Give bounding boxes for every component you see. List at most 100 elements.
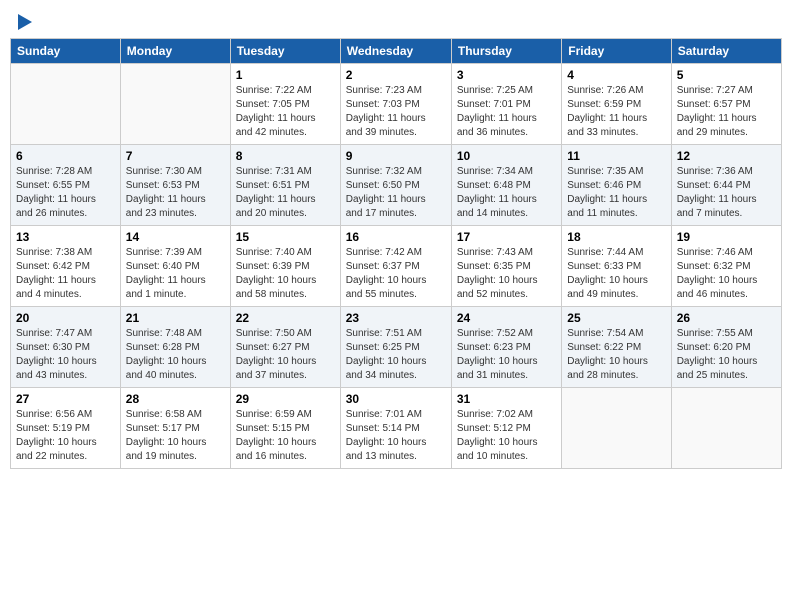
day-number: 19 — [677, 230, 776, 244]
day-number: 22 — [236, 311, 335, 325]
day-number: 30 — [346, 392, 446, 406]
day-number: 1 — [236, 68, 335, 82]
calendar-table: SundayMondayTuesdayWednesdayThursdayFrid… — [10, 38, 782, 469]
day-info: Sunrise: 7:42 AM Sunset: 6:37 PM Dayligh… — [346, 246, 446, 302]
day-number: 12 — [677, 149, 776, 163]
day-header-monday: Monday — [120, 39, 230, 64]
day-info: Sunrise: 7:54 AM Sunset: 6:22 PM Dayligh… — [567, 327, 665, 383]
calendar-cell: 9 Sunrise: 7:32 AM Sunset: 6:50 PM Daylig… — [340, 145, 451, 226]
calendar-cell: 6 Sunrise: 7:28 AM Sunset: 6:55 PM Daylig… — [11, 145, 121, 226]
calendar-cell: 28 Sunrise: 6:58 AM Sunset: 5:17 PM Dayli… — [120, 388, 230, 469]
day-number: 24 — [457, 311, 556, 325]
calendar-cell: 8 Sunrise: 7:31 AM Sunset: 6:51 PM Daylig… — [230, 145, 340, 226]
calendar-cell: 24 Sunrise: 7:52 AM Sunset: 6:23 PM Dayli… — [451, 307, 561, 388]
day-header-thursday: Thursday — [451, 39, 561, 64]
day-info: Sunrise: 7:40 AM Sunset: 6:39 PM Dayligh… — [236, 246, 335, 302]
day-info: Sunrise: 7:52 AM Sunset: 6:23 PM Dayligh… — [457, 327, 556, 383]
day-info: Sunrise: 7:27 AM Sunset: 6:57 PM Dayligh… — [677, 84, 776, 140]
day-number: 25 — [567, 311, 665, 325]
day-info: Sunrise: 7:44 AM Sunset: 6:33 PM Dayligh… — [567, 246, 665, 302]
day-number: 7 — [126, 149, 225, 163]
day-number: 23 — [346, 311, 446, 325]
day-number: 17 — [457, 230, 556, 244]
day-info: Sunrise: 7:23 AM Sunset: 7:03 PM Dayligh… — [346, 84, 446, 140]
calendar-cell — [562, 388, 671, 469]
calendar-cell: 19 Sunrise: 7:46 AM Sunset: 6:32 PM Dayli… — [671, 226, 781, 307]
day-number: 6 — [16, 149, 115, 163]
calendar-cell: 21 Sunrise: 7:48 AM Sunset: 6:28 PM Dayli… — [120, 307, 230, 388]
day-info: Sunrise: 7:55 AM Sunset: 6:20 PM Dayligh… — [677, 327, 776, 383]
day-number: 9 — [346, 149, 446, 163]
calendar-cell: 1 Sunrise: 7:22 AM Sunset: 7:05 PM Daylig… — [230, 64, 340, 145]
day-info: Sunrise: 7:22 AM Sunset: 7:05 PM Dayligh… — [236, 84, 335, 140]
calendar-cell: 5 Sunrise: 7:27 AM Sunset: 6:57 PM Daylig… — [671, 64, 781, 145]
day-header-tuesday: Tuesday — [230, 39, 340, 64]
calendar-cell: 22Sunrise: 7:50 AM Sunset: 6:27 PM Dayli… — [230, 307, 340, 388]
day-info: Sunrise: 6:58 AM Sunset: 5:17 PM Dayligh… — [126, 408, 225, 464]
calendar-cell — [671, 388, 781, 469]
day-info: Sunrise: 7:32 AM Sunset: 6:50 PM Dayligh… — [346, 165, 446, 221]
day-header-saturday: Saturday — [671, 39, 781, 64]
day-info: Sunrise: 7:48 AM Sunset: 6:28 PM Dayligh… — [126, 327, 225, 383]
day-info: Sunrise: 7:30 AM Sunset: 6:53 PM Dayligh… — [126, 165, 225, 221]
calendar-cell — [120, 64, 230, 145]
calendar-cell: 25 Sunrise: 7:54 AM Sunset: 6:22 PM Dayli… — [562, 307, 671, 388]
calendar-cell: 4 Sunrise: 7:26 AM Sunset: 6:59 PM Daylig… — [562, 64, 671, 145]
day-info: Sunrise: 6:56 AM Sunset: 5:19 PM Dayligh… — [16, 408, 115, 464]
day-info: Sunrise: 7:28 AM Sunset: 6:55 PM Dayligh… — [16, 165, 115, 221]
day-number: 26 — [677, 311, 776, 325]
calendar-cell: 2 Sunrise: 7:23 AM Sunset: 7:03 PM Daylig… — [340, 64, 451, 145]
day-number: 13 — [16, 230, 115, 244]
day-number: 31 — [457, 392, 556, 406]
day-info: Sunrise: 7:26 AM Sunset: 6:59 PM Dayligh… — [567, 84, 665, 140]
day-info: Sunrise: 7:43 AM Sunset: 6:35 PM Dayligh… — [457, 246, 556, 302]
calendar-cell: 26 Sunrise: 7:55 AM Sunset: 6:20 PM Dayli… — [671, 307, 781, 388]
day-number: 10 — [457, 149, 556, 163]
day-info: Sunrise: 7:47 AM Sunset: 6:30 PM Dayligh… — [16, 327, 115, 383]
calendar-cell: 23 Sunrise: 7:51 AM Sunset: 6:25 PM Dayli… — [340, 307, 451, 388]
day-info: Sunrise: 7:34 AM Sunset: 6:48 PM Dayligh… — [457, 165, 556, 221]
day-number: 2 — [346, 68, 446, 82]
day-info: Sunrise: 7:36 AM Sunset: 6:44 PM Dayligh… — [677, 165, 776, 221]
day-number: 8 — [236, 149, 335, 163]
day-number: 5 — [677, 68, 776, 82]
day-number: 20 — [16, 311, 115, 325]
calendar-cell: 15 Sunrise: 7:40 AM Sunset: 6:39 PM Dayli… — [230, 226, 340, 307]
day-number: 14 — [126, 230, 225, 244]
day-info: Sunrise: 7:01 AM Sunset: 5:14 PM Dayligh… — [346, 408, 446, 464]
calendar-cell: 7 Sunrise: 7:30 AM Sunset: 6:53 PM Daylig… — [120, 145, 230, 226]
calendar-cell — [11, 64, 121, 145]
day-info: Sunrise: 7:46 AM Sunset: 6:32 PM Dayligh… — [677, 246, 776, 302]
day-number: 18 — [567, 230, 665, 244]
calendar-cell: 18 Sunrise: 7:44 AM Sunset: 6:33 PM Dayli… — [562, 226, 671, 307]
day-info: Sunrise: 7:35 AM Sunset: 6:46 PM Dayligh… — [567, 165, 665, 221]
calendar-cell: 11Sunrise: 7:35 AM Sunset: 6:46 PM Dayli… — [562, 145, 671, 226]
calendar-cell: 20 Sunrise: 7:47 AM Sunset: 6:30 PM Dayli… — [11, 307, 121, 388]
day-header-sunday: Sunday — [11, 39, 121, 64]
day-number: 21 — [126, 311, 225, 325]
day-info: Sunrise: 7:39 AM Sunset: 6:40 PM Dayligh… — [126, 246, 225, 302]
day-info: Sunrise: 7:31 AM Sunset: 6:51 PM Dayligh… — [236, 165, 335, 221]
day-number: 29 — [236, 392, 335, 406]
calendar-cell: 14 Sunrise: 7:39 AM Sunset: 6:40 PM Dayli… — [120, 226, 230, 307]
calendar-cell: 31Sunrise: 7:02 AM Sunset: 5:12 PM Dayli… — [451, 388, 561, 469]
page-header — [10, 10, 782, 30]
day-header-friday: Friday — [562, 39, 671, 64]
day-number: 28 — [126, 392, 225, 406]
day-header-wednesday: Wednesday — [340, 39, 451, 64]
day-info: Sunrise: 7:51 AM Sunset: 6:25 PM Dayligh… — [346, 327, 446, 383]
day-info: Sunrise: 7:25 AM Sunset: 7:01 PM Dayligh… — [457, 84, 556, 140]
calendar-cell: 13 Sunrise: 7:38 AM Sunset: 6:42 PM Dayli… — [11, 226, 121, 307]
day-info: Sunrise: 6:59 AM Sunset: 5:15 PM Dayligh… — [236, 408, 335, 464]
logo-arrow-icon — [18, 14, 32, 30]
calendar-cell: 17 Sunrise: 7:43 AM Sunset: 6:35 PM Dayli… — [451, 226, 561, 307]
calendar-cell: 30 Sunrise: 7:01 AM Sunset: 5:14 PM Dayli… — [340, 388, 451, 469]
day-number: 4 — [567, 68, 665, 82]
day-number: 16 — [346, 230, 446, 244]
calendar-cell: 16 Sunrise: 7:42 AM Sunset: 6:37 PM Dayli… — [340, 226, 451, 307]
calendar-cell: 10 Sunrise: 7:34 AM Sunset: 6:48 PM Dayli… — [451, 145, 561, 226]
calendar-cell: 3Sunrise: 7:25 AM Sunset: 7:01 PM Daylig… — [451, 64, 561, 145]
day-info: Sunrise: 7:38 AM Sunset: 6:42 PM Dayligh… — [16, 246, 115, 302]
calendar-cell: 29 Sunrise: 6:59 AM Sunset: 5:15 PM Dayli… — [230, 388, 340, 469]
day-number: 15 — [236, 230, 335, 244]
